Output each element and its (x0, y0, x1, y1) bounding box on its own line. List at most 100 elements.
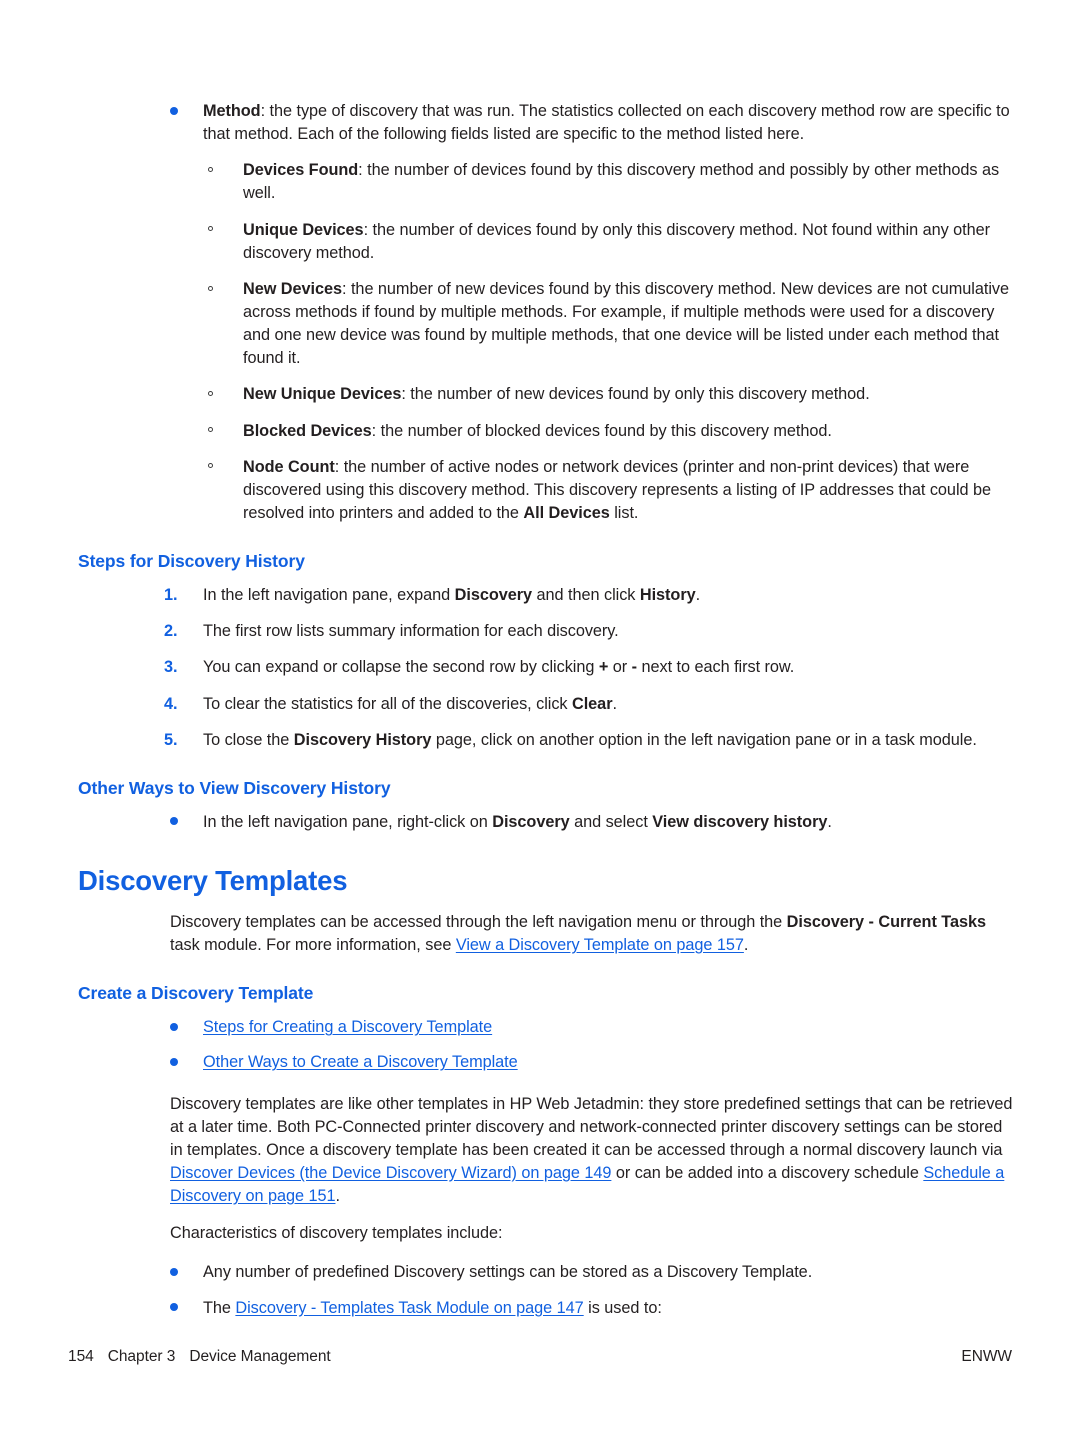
step-bold-history: History (639, 586, 696, 605)
bullet-dot-icon (170, 1267, 178, 1276)
step-text-part1: You can expand or collapse the second ro… (203, 658, 599, 677)
footer-locale-code: ENWW (961, 1348, 1012, 1365)
term-node-count: Node Count (243, 457, 335, 476)
templates-text-part3: . (335, 1187, 340, 1206)
intro-text-part3: . (743, 936, 749, 955)
list-item-method: Method: the type of discovery that was r… (78, 100, 1013, 525)
text-new-devices: : the number of new devices found by thi… (243, 279, 1010, 368)
term-new-unique-devices: New Unique Devices (243, 385, 402, 404)
steps-list-discovery-history: 1. In the left navigation pane, expand Di… (78, 584, 1013, 752)
step-item-5: 5. To close the Discovery History page, c… (78, 729, 1013, 752)
other-ways-text-part2: and select (569, 812, 653, 831)
bullet-circle-icon (208, 166, 213, 172)
list-item-characteristic-2: The Discovery - Templates Task Module on… (78, 1297, 1013, 1320)
characteristics-list: Any number of predefined Discovery setti… (78, 1261, 1013, 1319)
intro-bold-discovery-current-tasks: Discovery - Current Tasks (786, 912, 987, 931)
paragraph-templates-description: Discovery templates are like other templ… (78, 1093, 1013, 1209)
bullet-dot-icon (170, 817, 178, 826)
term-method: Method (203, 102, 261, 120)
step-bold-clear: Clear (572, 694, 613, 713)
step-number: 4. (164, 694, 178, 713)
bullet-dot-icon (170, 1303, 178, 1312)
characteristic-2-text-part1: The (203, 1298, 236, 1317)
create-template-link-list: Steps for Creating a Discovery Template … (78, 1016, 1013, 1074)
document-page: Method: the type of discovery that was r… (0, 0, 1080, 1437)
footer-page-number: 154 (68, 1348, 94, 1365)
list-item-characteristic-1: Any number of predefined Discovery setti… (78, 1261, 1013, 1284)
bullet-circle-icon (208, 226, 213, 232)
list-item-node-count: Node Count: the number of active nodes o… (203, 456, 1013, 525)
step-text-part3: next to each first row. (637, 658, 795, 677)
bullet-circle-icon (208, 427, 213, 433)
list-item-new-unique-devices: New Unique Devices: the number of new de… (203, 383, 1013, 406)
method-bullet-list: Method: the type of discovery that was r… (78, 100, 1013, 525)
bullet-circle-icon (208, 463, 213, 469)
heading-create-a-discovery-template: Create a Discovery Template (78, 983, 314, 1004)
step-item-4: 4. To clear the statistics for all of the… (78, 693, 1013, 716)
text-new-unique-devices: : the number of new devices found by onl… (401, 385, 870, 404)
step-number: 3. (164, 658, 178, 677)
step-text-part1: In the left navigation pane, expand (203, 586, 455, 605)
term-unique-devices: Unique Devices (243, 220, 364, 239)
intro-text-part2: task module. For more information, see (170, 936, 456, 955)
characteristic-2-text-part2: is used to: (583, 1298, 662, 1317)
step-text-part2: or (608, 658, 632, 677)
page-content: Method: the type of discovery that was r… (78, 100, 1013, 1332)
characteristic-1-text: Any number of predefined Discovery setti… (203, 1263, 813, 1282)
step-text-part1: To close the (203, 730, 294, 749)
other-ways-text-part3: . (827, 812, 832, 831)
step-text-part2: . (612, 694, 617, 713)
intro-text-part1: Discovery templates can be accessed thro… (170, 912, 787, 931)
templates-text-part1: Discovery templates are like other templ… (170, 1094, 1013, 1159)
paragraph-characteristics-lead: Characteristics of discovery templates i… (170, 1224, 503, 1243)
term-blocked-devices: Blocked Devices (243, 421, 372, 440)
footer-chapter-title: Device Management (189, 1348, 331, 1365)
list-item-new-devices: New Devices: the number of new devices f… (203, 278, 1013, 371)
heading-discovery-templates: Discovery Templates (78, 864, 348, 896)
step-item-1: 1. In the left navigation pane, expand Di… (78, 584, 1013, 607)
step-text-part1: To clear the statistics for all of the d… (203, 694, 572, 713)
bullet-dot-icon (170, 106, 178, 115)
list-item-steps-for-creating: Steps for Creating a Discovery Template (78, 1016, 1013, 1039)
text-node-count-part2: list. (609, 503, 639, 522)
page-footer: 154 Chapter 3 Device Management ENWW (68, 1348, 1012, 1366)
other-ways-bold-view-discovery-history: View discovery history (652, 812, 828, 831)
link-discover-devices-wizard[interactable]: Discover Devices (the Device Discovery W… (170, 1164, 611, 1182)
step-text-part2: and then click (532, 586, 640, 605)
term-new-devices: New Devices (243, 279, 343, 298)
other-ways-bold-discovery: Discovery (492, 812, 570, 831)
text-method: : the type of discovery that was run. Th… (203, 102, 1010, 144)
method-field-list: Devices Found: the number of devices fou… (203, 159, 1013, 525)
other-ways-text-part1: In the left navigation pane, right-click… (203, 812, 493, 831)
link-view-a-discovery-template[interactable]: View a Discovery Template on page 157 (456, 936, 744, 954)
heading-steps-for-discovery-history: Steps for Discovery History (78, 551, 305, 572)
footer-left: 154 Chapter 3 Device Management (68, 1348, 331, 1366)
step-text-part2: page, click on another option in the lef… (431, 730, 977, 749)
text-node-count-bold-ref: All Devices (523, 503, 610, 522)
list-item-unique-devices: Unique Devices: the number of devices fo… (203, 219, 1013, 265)
bullet-circle-icon (208, 391, 213, 397)
bullet-dot-icon (170, 1022, 178, 1031)
other-ways-bullet-list: In the left navigation pane, right-click… (78, 811, 1013, 834)
step-item-3: 3. You can expand or collapse the second … (78, 656, 1013, 679)
step-item-2: 2. The first row lists summary informatio… (78, 620, 1013, 643)
link-discovery-templates-task-module[interactable]: Discovery - Templates Task Module on pag… (235, 1299, 583, 1317)
link-steps-for-creating-a-discovery-template[interactable]: Steps for Creating a Discovery Template (203, 1018, 492, 1036)
bullet-dot-icon (170, 1057, 178, 1066)
step-number: 2. (164, 622, 178, 641)
step-bold-discovery-history: Discovery History (293, 730, 432, 749)
list-item-other-ways-create: Other Ways to Create a Discovery Templat… (78, 1051, 1013, 1074)
list-item-blocked-devices: Blocked Devices: the number of blocked d… (203, 420, 1013, 443)
step-number: 1. (164, 586, 178, 605)
step-text-part3: . (695, 586, 701, 605)
bullet-circle-icon (208, 285, 213, 291)
step-bold-plus: + (598, 658, 609, 677)
link-other-ways-to-create-a-discovery-template[interactable]: Other Ways to Create a Discovery Templat… (203, 1053, 518, 1071)
list-item-devices-found: Devices Found: the number of devices fou… (203, 159, 1013, 205)
step-text-part1: The first row lists summary information … (203, 622, 619, 641)
templates-text-part2: or can be added into a discovery schedul… (611, 1163, 924, 1182)
term-devices-found: Devices Found (243, 161, 359, 180)
paragraph-discovery-templates-intro: Discovery templates can be accessed thro… (78, 911, 1013, 957)
step-number: 5. (164, 730, 178, 749)
text-blocked-devices: : the number of blocked devices found by… (371, 421, 832, 440)
